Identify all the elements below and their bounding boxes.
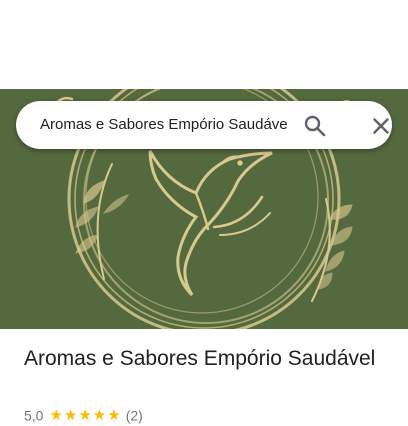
search-button[interactable] — [302, 113, 328, 139]
search-input[interactable]: Aromas e Sabores Empório Saudáve — [40, 101, 304, 149]
map-top-area — [0, 0, 408, 89]
place-title: Aromas e Sabores Empório Saudável — [24, 347, 376, 370]
rating-row[interactable]: 5,0 ★★★★★ (2) — [24, 406, 143, 426]
close-icon — [373, 118, 389, 134]
star-rating-icon: ★★★★★ — [49, 407, 122, 425]
clear-search-button[interactable] — [368, 113, 394, 139]
search-icon — [304, 115, 326, 137]
rating-value: 5,0 — [24, 407, 44, 424]
review-count[interactable]: (2) — [126, 407, 143, 423]
search-bar[interactable]: Aromas e Sabores Empório Saudáve — [16, 101, 392, 149]
